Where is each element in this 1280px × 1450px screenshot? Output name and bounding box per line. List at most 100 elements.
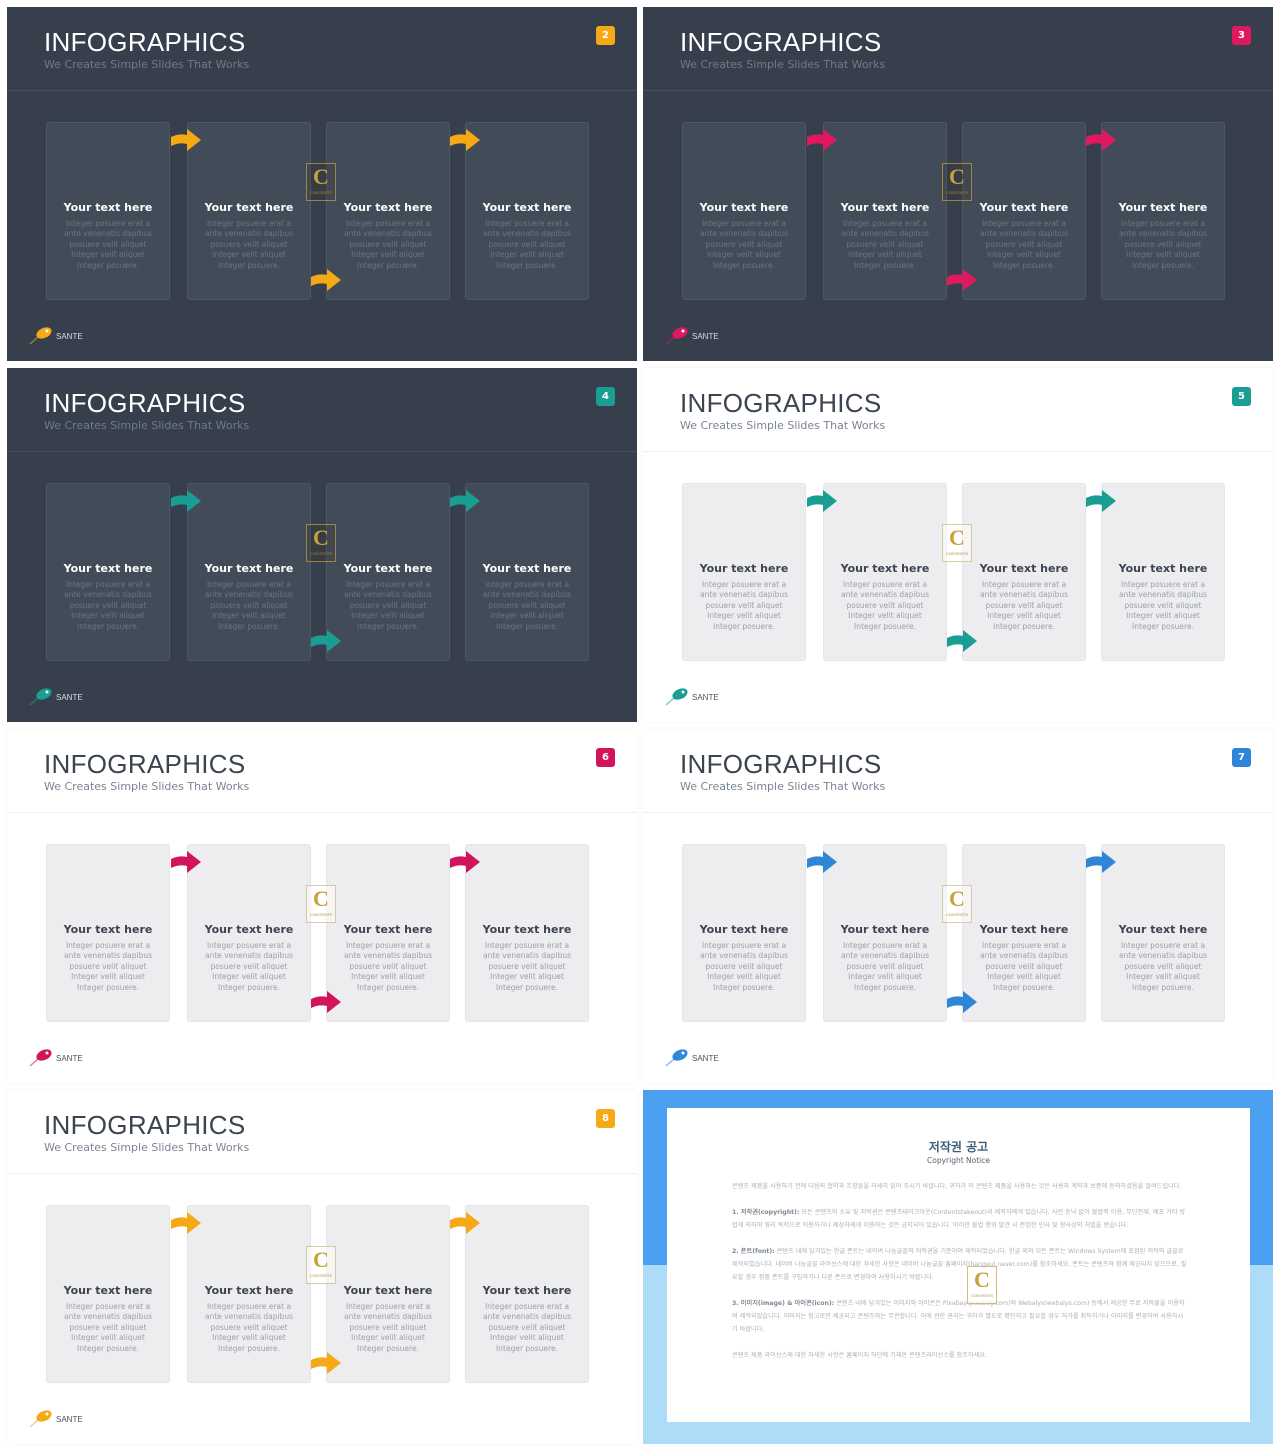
card-body: Integer posuere erat a ante venenatis da… [1119,219,1207,270]
text-card: Your text here Integer posuere erat a an… [46,1205,170,1383]
card-title: Your text here [699,562,789,575]
watermark-letter: C [313,1247,329,1272]
header-divider [643,812,1273,813]
text-card: Your text here Integer posuere erat a an… [465,844,589,1022]
copyright-panel: 저작권 공고 Copyright Notice 콘텐츠 제품을 사용하기 전에 … [667,1108,1250,1422]
card-body: Integer posuere erat a ante venenatis da… [980,941,1068,992]
copyright-slide[interactable]: 저작권 공고 Copyright Notice 콘텐츠 제품을 사용하기 전에 … [643,1090,1273,1444]
slide[interactable]: INFOGRAPHICS We Creates Simple Slides Th… [643,368,1273,722]
copyright-section: 3. 이미지(image) & 아이콘(icon): 콘텐츠 내에 담겨있는 이… [732,1297,1187,1336]
text-card: Your text here Integer posuere erat a an… [46,122,170,300]
card-title: Your text here [1118,923,1208,936]
arrow-right-icon [807,490,837,512]
slide[interactable]: INFOGRAPHICS We Creates Simple Slides Th… [643,7,1273,361]
watermark-letter: C [313,886,329,911]
arrow-right-icon [1086,490,1116,512]
arrow-right-icon [947,269,977,291]
header-divider [643,451,1273,452]
slide[interactable]: INFOGRAPHICS We Creates Simple Slides Th… [7,368,637,722]
slide[interactable]: INFOGRAPHICS We Creates Simple Slides Th… [7,729,637,1083]
watermark-letter: C [949,886,965,911]
slide-title: INFOGRAPHICS [44,388,246,418]
section-heading: 1. 저작권(copyright): [732,1209,800,1216]
header-divider [7,451,637,452]
card-title: Your text here [204,201,294,214]
text-card: Your text here Integer posuere erat a an… [326,1205,450,1383]
text-card: Your text here Integer posuere erat a an… [46,844,170,1022]
slide-title: INFOGRAPHICS [680,27,882,57]
card-body: Integer posuere erat a ante venenatis da… [64,219,152,270]
arrow-right-icon [171,129,201,151]
card-title: Your text here [699,923,789,936]
watermark-text: CONTENTS [946,190,968,195]
text-card: Your text here Integer posuere erat a an… [326,844,450,1022]
section-heading: 2. 폰트(font): [732,1248,775,1255]
card-body: Integer posuere erat a ante venenatis da… [344,941,432,992]
slide-number-badge: 4 [596,387,615,406]
card-title: Your text here [979,562,1069,575]
card-title: Your text here [979,923,1069,936]
card-title: Your text here [343,562,433,575]
card-body: Integer posuere erat a ante venenatis da… [841,941,929,992]
arrow-right-icon [450,129,480,151]
slide-subtitle: We Creates Simple Slides That Works [44,419,250,432]
brand-name: SANTE [56,693,83,702]
rocket-icon [29,1410,52,1428]
text-card: Your text here Integer posuere erat a an… [682,483,806,661]
card-body: Integer posuere erat a ante venenatis da… [980,580,1068,631]
brand-name: SANTE [56,332,83,341]
watermark-text: CONTENTS [310,190,332,195]
card-title: Your text here [63,923,153,936]
header-divider [7,1173,637,1174]
copyright-intro: 콘텐츠 제품을 사용하기 전에 다음의 협약과 조항들을 자세히 읽어 주시기 … [732,1183,1182,1190]
slide-title: INFOGRAPHICS [44,27,246,57]
card-title: Your text here [482,562,572,575]
slide[interactable]: INFOGRAPHICS We Creates Simple Slides Th… [643,729,1273,1083]
slide-number-badge: 5 [1232,387,1251,406]
brand-name: SANTE [692,332,719,341]
card-title: Your text here [1118,201,1208,214]
watermark-text: CONTENTS [310,1273,332,1278]
slide[interactable]: INFOGRAPHICS We Creates Simple Slides Th… [7,1090,637,1444]
copyright-body: 콘텐츠 제품을 사용하기 전에 다음의 협약과 조항들을 자세히 읽어 주시기 … [732,1180,1187,1375]
text-card: Your text here Integer posuere erat a an… [682,122,806,300]
text-card: Your text here Integer posuere erat a an… [1101,844,1225,1022]
card-title: Your text here [840,562,930,575]
watermark-letter: C [949,164,965,189]
card-body: Integer posuere erat a ante venenatis da… [344,219,432,270]
card-title: Your text here [204,562,294,575]
card-title: Your text here [840,923,930,936]
header-divider [7,812,637,813]
arrow-right-icon [311,991,341,1013]
slide-title: INFOGRAPHICS [44,749,246,779]
copyright-footer: 콘텐츠 제품 라이선스에 대한 자세한 사항은 홈페이지 하단에 기재한 콘텐츠… [732,1352,988,1359]
text-card: Your text here Integer posuere erat a an… [326,483,450,661]
card-body: Integer posuere erat a ante venenatis da… [700,219,788,270]
card-body: Integer posuere erat a ante venenatis da… [841,580,929,631]
text-card: Your text here Integer posuere erat a an… [823,844,947,1022]
card-body: Integer posuere erat a ante venenatis da… [980,219,1068,270]
watermark-text: CONTENTS [946,551,968,556]
text-card: Your text here Integer posuere erat a an… [465,122,589,300]
slide-title: INFOGRAPHICS [680,388,882,418]
text-card: Your text here Integer posuere erat a an… [46,483,170,661]
text-card: Your text here Integer posuere erat a an… [187,844,311,1022]
card-title: Your text here [343,1284,433,1297]
brand-name: SANTE [56,1415,83,1424]
watermark-logo: C CONTENTS [942,163,972,201]
watermark-letter: C [949,525,965,550]
slide[interactable]: INFOGRAPHICS We Creates Simple Slides Th… [7,7,637,361]
slide-subtitle: We Creates Simple Slides That Works [680,58,886,71]
slide-number-badge: 2 [596,26,615,45]
arrow-right-icon [171,490,201,512]
arrow-right-icon [807,851,837,873]
card-title: Your text here [840,201,930,214]
card-title: Your text here [63,562,153,575]
slide-title: INFOGRAPHICS [44,1110,246,1140]
card-title: Your text here [482,201,572,214]
text-card: Your text here Integer posuere erat a an… [187,122,311,300]
header-divider [643,90,1273,91]
slide-subtitle: We Creates Simple Slides That Works [44,780,250,793]
card-body: Integer posuere erat a ante venenatis da… [64,941,152,992]
text-card: Your text here Integer posuere erat a an… [823,483,947,661]
